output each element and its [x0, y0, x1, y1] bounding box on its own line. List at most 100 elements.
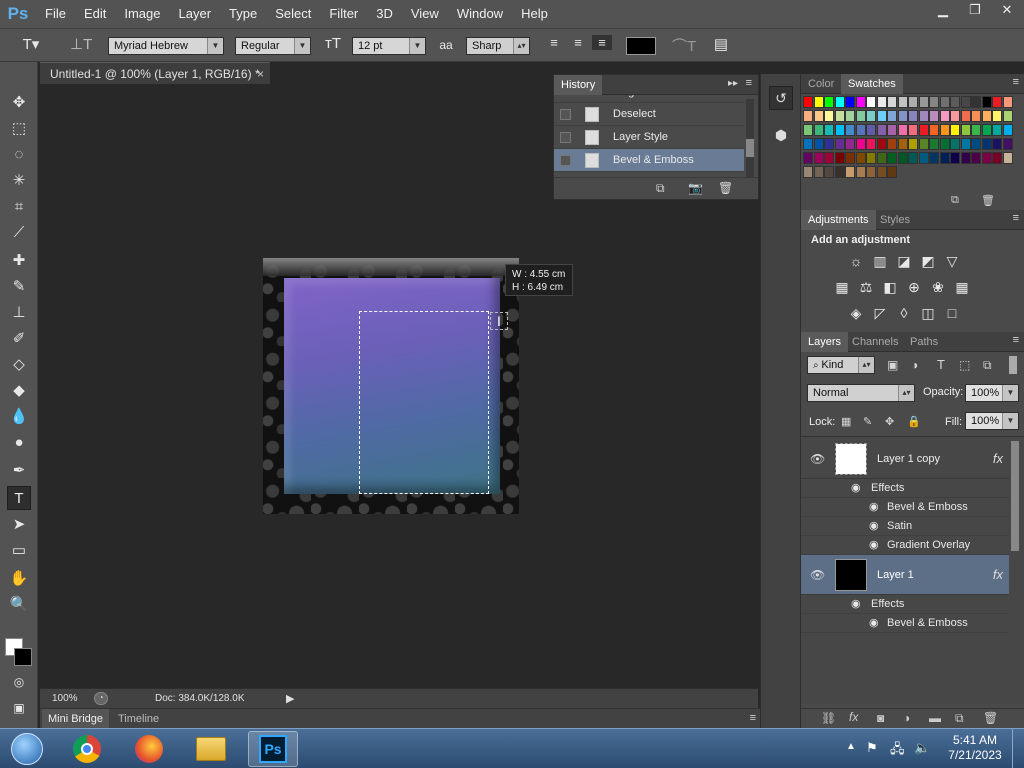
menu-layer[interactable]: Layer [170, 0, 221, 28]
swatch[interactable] [845, 166, 855, 178]
swatch[interactable] [992, 152, 1002, 164]
swatch[interactable] [834, 152, 845, 164]
swatch[interactable] [876, 124, 887, 136]
swatch[interactable] [929, 124, 939, 136]
swatch[interactable] [876, 110, 887, 122]
swatch[interactable] [929, 152, 939, 164]
type-tool-icon[interactable]: T [7, 486, 31, 510]
adjustment-icon[interactable]: ❀ [929, 278, 947, 296]
swatch[interactable] [813, 96, 824, 108]
effect-visibility-eye-icon[interactable]: ◉ [869, 517, 879, 535]
add-mask-icon[interactable]: ◙ [877, 711, 884, 725]
swatch[interactable] [803, 166, 813, 178]
swatch[interactable] [866, 166, 876, 178]
layer-filter-select[interactable]: ⌕ Kind ▴▾ [807, 356, 875, 374]
smart-object-filter-icon[interactable]: ⧉ [983, 358, 992, 373]
new-layer-icon[interactable]: ⧉ [955, 711, 964, 726]
swatch[interactable] [887, 96, 897, 108]
minimize-icon[interactable]: ▁ [932, 2, 954, 18]
delete-swatch-icon[interactable]: 🗑 [981, 194, 995, 207]
swatch[interactable] [950, 138, 960, 150]
swatch[interactable] [845, 110, 855, 122]
effects-group[interactable]: ◉ Effects [801, 595, 1009, 614]
tab-timeline[interactable]: Timeline [112, 709, 165, 729]
effect-visibility-eye-icon[interactable]: ◉ [869, 614, 879, 632]
menu-help[interactable]: Help [512, 0, 557, 28]
swatch[interactable] [981, 110, 992, 122]
effect-item[interactable]: ◉ Bevel & Emboss [801, 498, 1009, 517]
quick-mask-icon[interactable]: ◎ [7, 670, 31, 694]
swatch[interactable] [897, 110, 908, 122]
adjustment-icon[interactable]: □ [943, 304, 961, 322]
swatch[interactable] [876, 96, 887, 108]
new-document-from-state-icon[interactable]: ⧉ [656, 181, 665, 196]
eyedropper-tool-icon[interactable]: ⟋ [7, 220, 31, 244]
swatch[interactable] [824, 166, 834, 178]
swatch[interactable] [897, 124, 908, 136]
effect-item[interactable]: ◉ Bevel & Emboss [801, 614, 1009, 633]
document-tab[interactable]: Untitled-1 @ 100% (Layer 1, RGB/16) * × [40, 62, 270, 84]
tab-mini-bridge[interactable]: Mini Bridge [42, 709, 110, 729]
swatch[interactable] [834, 166, 845, 178]
swatch[interactable] [876, 138, 887, 150]
swatch[interactable] [866, 124, 876, 136]
swatch[interactable] [813, 124, 824, 136]
swatch[interactable] [918, 124, 929, 136]
swatch[interactable] [992, 110, 1002, 122]
swatch[interactable] [813, 152, 824, 164]
lock-transparent-icon[interactable]: ▦ [841, 415, 851, 428]
new-adjustment-layer-icon[interactable]: ◑ [903, 711, 910, 725]
font-size-select[interactable]: 12 pt ▼ [352, 37, 426, 55]
swatch[interactable] [992, 124, 1002, 136]
3d-panel-icon[interactable]: ⬢ [769, 124, 793, 148]
adjustment-icon[interactable]: ◪ [895, 252, 913, 270]
swatch[interactable] [803, 152, 813, 164]
swatch[interactable] [960, 96, 971, 108]
opacity-input[interactable]: 100% ▼ [965, 384, 1019, 402]
text-color-swatch[interactable] [626, 37, 656, 55]
swatch[interactable] [824, 124, 834, 136]
link-layers-icon[interactable]: ⛓ [821, 711, 836, 725]
anti-alias-select[interactable]: Sharp ▴▾ [466, 37, 530, 55]
swatch[interactable] [939, 152, 950, 164]
text-bounding-box[interactable] [359, 311, 489, 494]
menu-filter[interactable]: Filter [320, 0, 367, 28]
swatch[interactable] [1002, 96, 1013, 108]
crop-tool-icon[interactable]: ⌗ [7, 194, 31, 218]
swatch[interactable] [971, 152, 981, 164]
swatch[interactable] [971, 110, 981, 122]
swatch[interactable] [813, 138, 824, 150]
swatch[interactable] [803, 138, 813, 150]
layer-row-layer-1-copy[interactable]: 👁 Layer 1 copy fx [801, 439, 1009, 479]
swatch[interactable] [981, 138, 992, 150]
align-center-icon[interactable]: ≡ [570, 35, 586, 50]
effects-group[interactable]: ◉ Effects [801, 479, 1009, 498]
chrome-icon[interactable] [62, 731, 112, 767]
history-panel-icon[interactable]: ↺ [769, 86, 793, 110]
swatch[interactable] [834, 138, 845, 150]
blur-tool-icon[interactable]: 💧 [7, 404, 31, 428]
history-item-current[interactable]: Bevel & Emboss [554, 149, 744, 172]
lock-image-icon[interactable]: ✎ [863, 415, 872, 428]
swatch[interactable] [855, 166, 866, 178]
layer-fx-icon[interactable]: fx [993, 451, 1003, 466]
firefox-icon[interactable] [124, 731, 174, 767]
swatch[interactable] [992, 96, 1002, 108]
menu-image[interactable]: Image [115, 0, 169, 28]
swatch[interactable] [897, 138, 908, 150]
layer-fx-icon[interactable]: fx [993, 567, 1003, 582]
shape-filter-icon[interactable]: ⬚ [959, 358, 970, 372]
swatch[interactable] [887, 124, 897, 136]
adjustment-icon[interactable]: ◈ [847, 304, 865, 322]
swatch[interactable] [929, 138, 939, 150]
tab-color[interactable]: Color [801, 74, 841, 94]
adjustment-filter-icon[interactable]: ◑ [911, 358, 918, 372]
adjustment-icon[interactable]: ◩ [919, 252, 937, 270]
lock-position-icon[interactable]: ✥ [885, 415, 894, 428]
dodge-tool-icon[interactable]: ● [7, 430, 31, 454]
swatch[interactable] [929, 96, 939, 108]
swatch[interactable] [1002, 138, 1013, 150]
swatch[interactable] [887, 166, 897, 178]
swatch[interactable] [992, 138, 1002, 150]
swatch[interactable] [845, 138, 855, 150]
